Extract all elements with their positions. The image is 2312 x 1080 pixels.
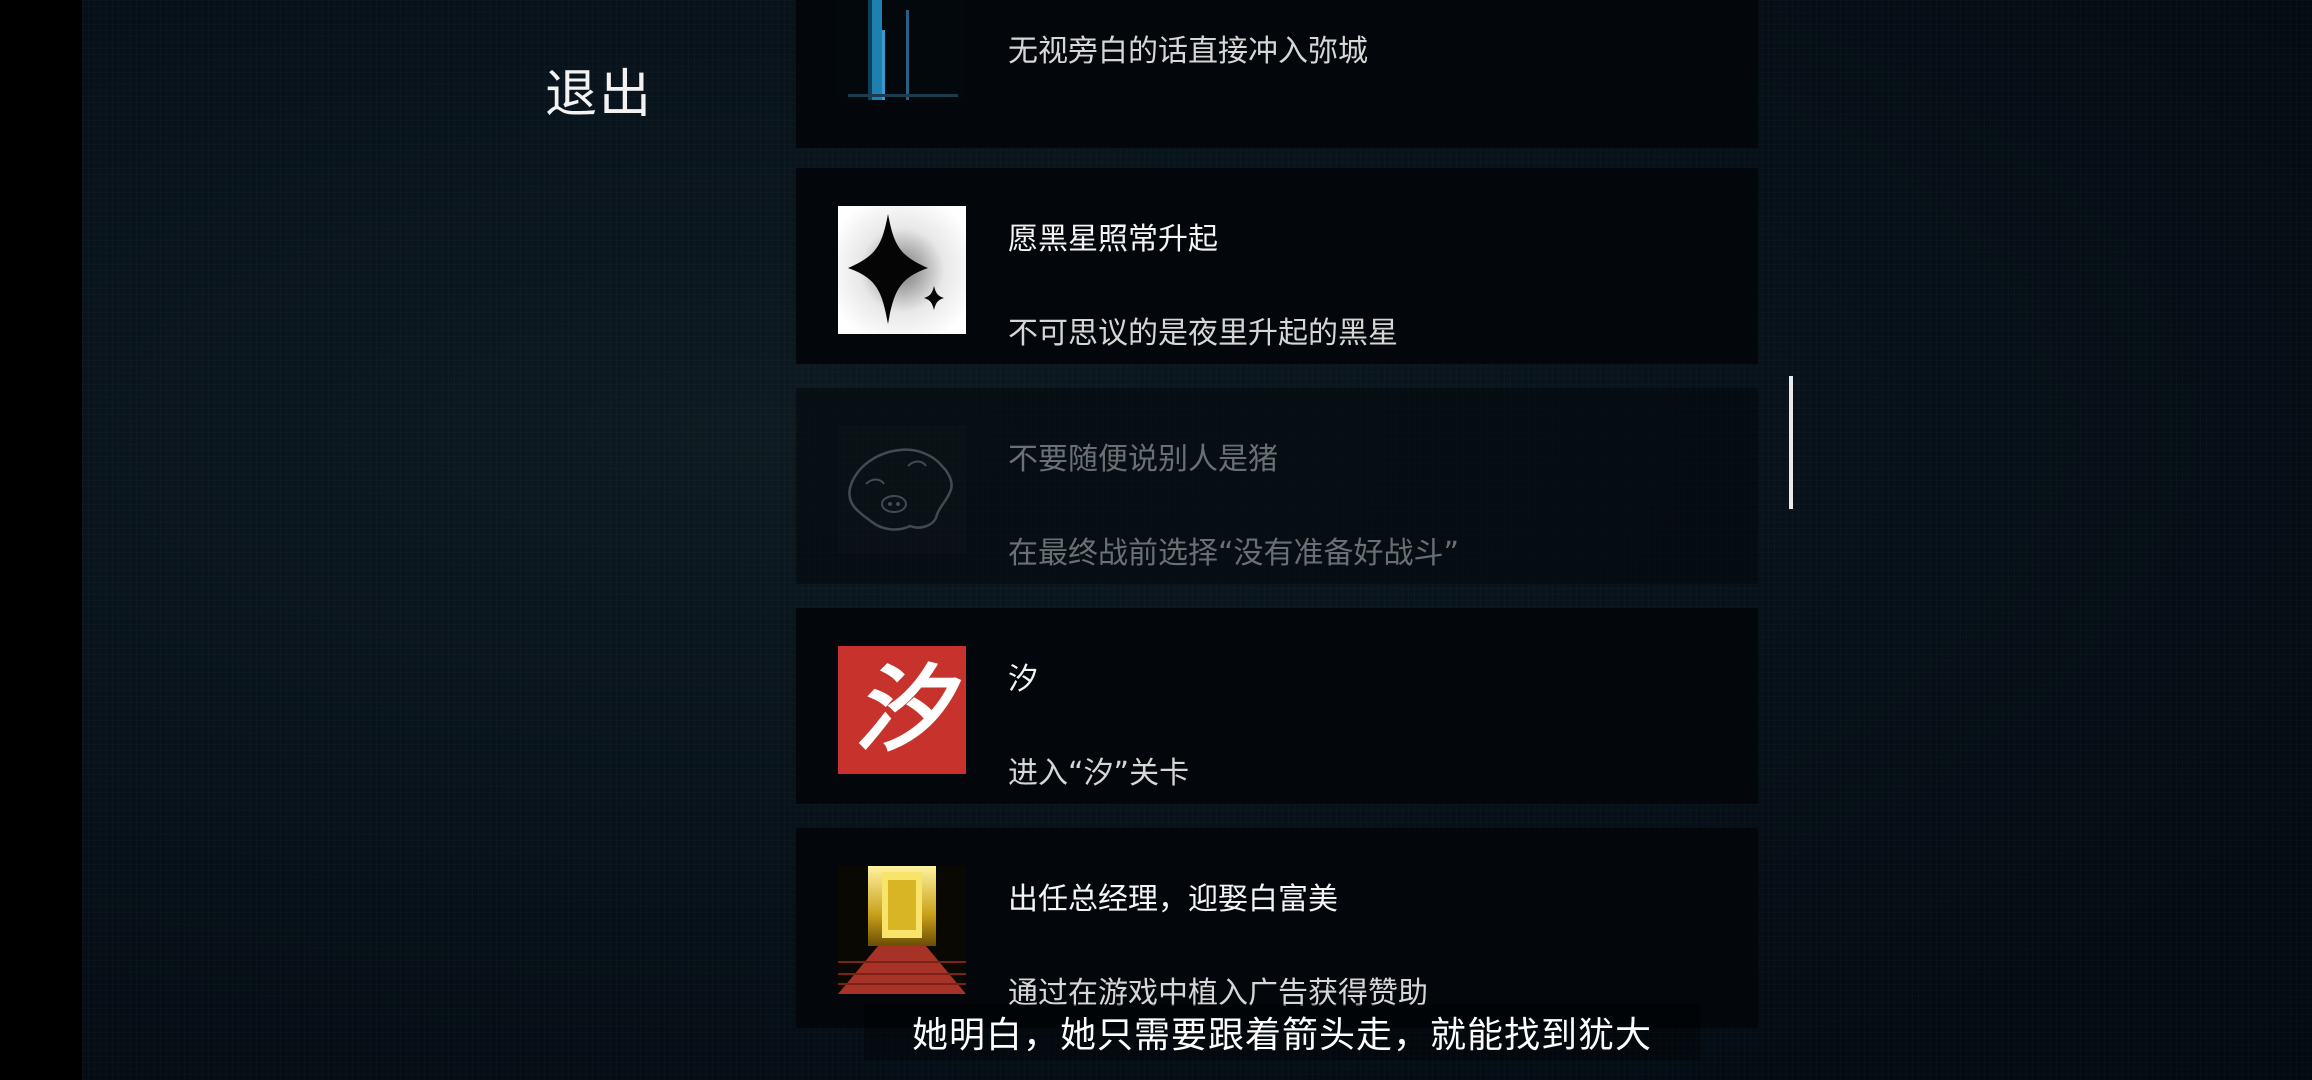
achievement-card[interactable]: 愿黑星照常升起 不可思议的是夜里升起的黑星 bbox=[796, 168, 1758, 364]
pig-icon bbox=[838, 426, 966, 554]
achievement-list[interactable]: 无视旁白的话直接冲入弥城 愿黑星照常升起 不可思议的是夜里升起的黑星 不要随便说… bbox=[796, 0, 1758, 1080]
black-star-icon bbox=[838, 206, 966, 334]
achievement-description: 在最终战前选择“没有准备好战斗” bbox=[1008, 536, 1460, 571]
achievement-description: 进入“汐”关卡 bbox=[1008, 756, 1190, 791]
exit-button[interactable]: 退出 bbox=[545, 52, 653, 127]
xi-character-icon: 汐 bbox=[838, 646, 966, 774]
achievement-description: 无视旁白的话直接冲入弥城 bbox=[1008, 34, 1368, 69]
achievement-description: 不可思议的是夜里升起的黑星 bbox=[1008, 316, 1398, 351]
achievement-title: 愿黑星照常升起 bbox=[1008, 222, 1218, 257]
door-icon bbox=[838, 0, 966, 102]
golden-doorway-icon bbox=[838, 866, 966, 994]
achievements-screen: 退出 无视旁白的话直接冲入弥城 愿黑星照常升起 不可思议的是夜里升起的黑星 不要… bbox=[82, 0, 2312, 1080]
achievement-card[interactable]: 汐 汐 进入“汐”关卡 bbox=[796, 608, 1758, 804]
dialogue-subtitle: 她明白，她只需要跟着箭头走，就能找到犹大 bbox=[864, 1004, 1700, 1060]
achievement-title: 汐 bbox=[1008, 662, 1038, 697]
achievement-card[interactable]: 无视旁白的话直接冲入弥城 bbox=[796, 0, 1758, 148]
achievement-title: 出任总经理，迎娶白富美 bbox=[1008, 882, 1338, 917]
achievement-card[interactable]: 不要随便说别人是猪 在最终战前选择“没有准备好战斗” bbox=[796, 388, 1758, 584]
scrollbar[interactable] bbox=[1789, 376, 1793, 509]
xi-character-glyph: 汐 bbox=[854, 655, 949, 765]
achievement-card[interactable]: 出任总经理，迎娶白富美 通过在游戏中植入广告获得赞助 bbox=[796, 828, 1758, 1028]
achievement-title: 不要随便说别人是猪 bbox=[1008, 442, 1278, 477]
game-screen: 退出 无视旁白的话直接冲入弥城 愿黑星照常升起 不可思议的是夜里升起的黑星 不要… bbox=[0, 0, 2312, 1080]
